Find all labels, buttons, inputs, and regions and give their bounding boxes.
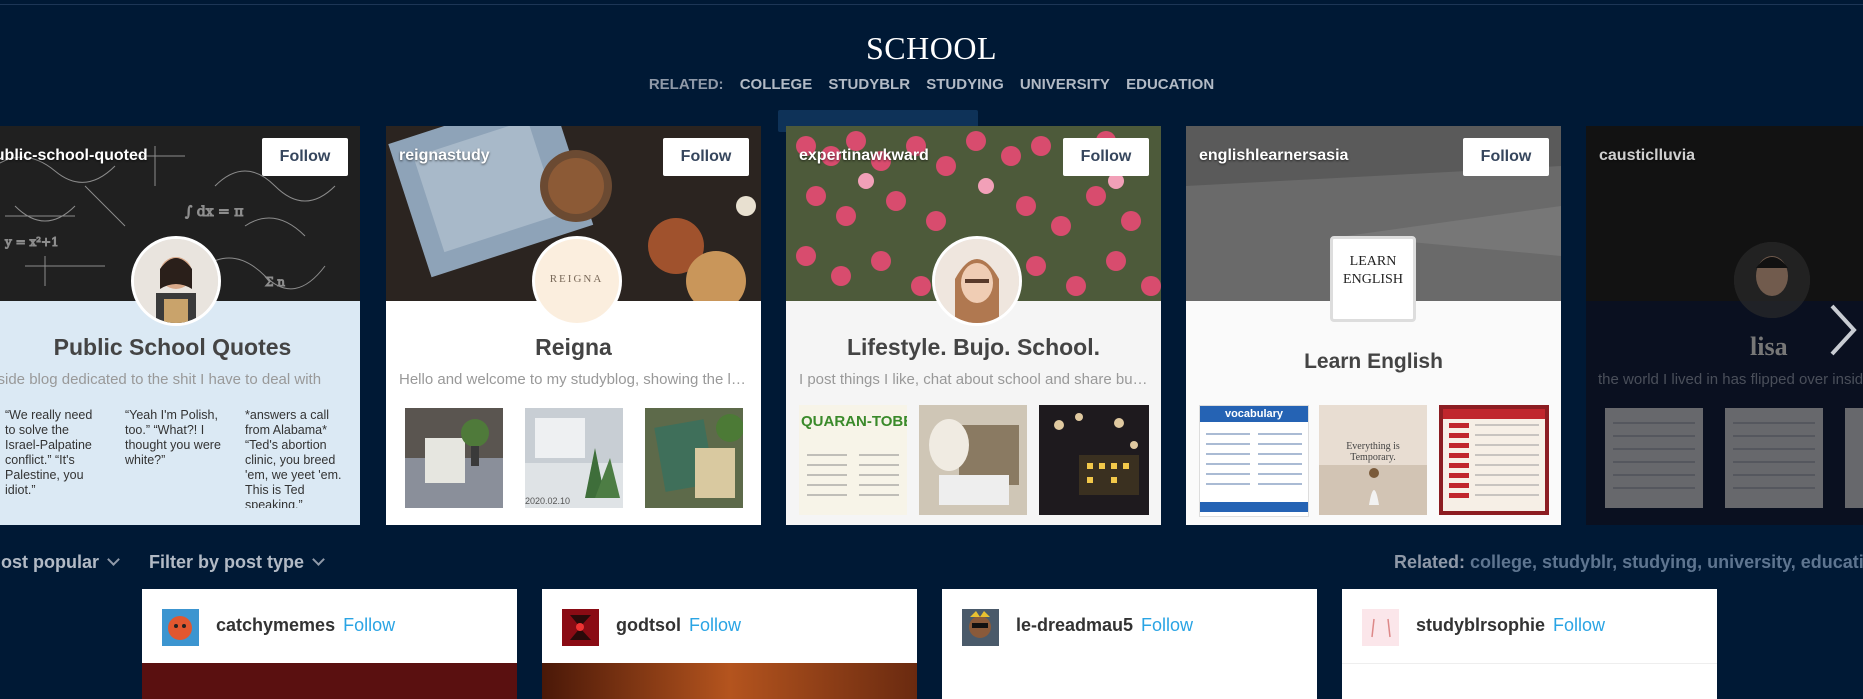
reigna-logo: REIGNA [549,273,604,285]
blog-card-expertinawkward[interactable]: expertinawkward Follow Lifestyle. Bujo. … [786,126,1161,525]
post-image[interactable] [142,663,517,699]
blog-card-causticlluvia[interactable]: causticlluvia lisa the world I lived in … [1586,126,1863,525]
chevron-down-icon [312,553,325,566]
post-thumb[interactable] [919,405,1027,515]
chevron-right-icon[interactable] [1826,300,1858,360]
thumb-caption: Everything is Temporary. [1346,441,1400,463]
related-label: Related: [1394,552,1466,572]
follow-link[interactable]: Follow [1553,615,1605,635]
blog-description: I post things I like, chat about school … [799,371,1148,388]
post-thumb[interactable] [1725,408,1823,508]
thumb-caption: 2020.02.10 [525,496,571,506]
post-thumb[interactable] [1039,405,1149,515]
avatar[interactable] [562,609,599,646]
blog-name[interactable]: englishlearnersasia [1199,147,1348,165]
post-author[interactable]: studyblrsophie [1416,615,1545,635]
blog-title: Lifestyle. Bujo. School. [846,334,1101,360]
post-thumb[interactable] [645,408,743,508]
page-title: SCHOOL [865,30,997,66]
post-thumb[interactable] [405,408,503,508]
follow-button[interactable]: Follow [1463,138,1549,176]
chevron-down-icon [107,553,120,566]
related-tag-university[interactable]: UNIVERSITY [1020,76,1110,93]
blog-name[interactable]: public-school-quoted [0,147,148,165]
blog-card-reignastudy[interactable]: reignastudy Follow REIGNA Reigna Hello a… [386,126,761,525]
post-thumb[interactable] [1605,408,1703,508]
blog-title: Reigna [535,334,612,360]
avatar [130,236,221,326]
learn-english-logo: LEARN ENGLISH [1330,236,1416,322]
post-thumb[interactable]: 2020.02.10 [525,408,623,508]
svg-text:∫ dx = π: ∫ dx = π [185,204,243,220]
blog-description: Hello and welcome to my studyblog, showi… [399,371,748,388]
blog-card-public-school-quoted[interactable]: ∫ dx = π y = x²+1 Σ n public-school-quot… [0,126,360,525]
related-tags-bottom: Related: college, studyblr, studying, un… [1394,552,1863,573]
follow-button[interactable]: Follow [663,138,749,176]
post-thumb[interactable] [1439,405,1549,515]
logo-line-2: ENGLISH [1343,272,1403,287]
follow-link[interactable]: Follow [343,615,395,635]
related-tag-list[interactable]: college, studyblr, studying, university,… [1470,552,1863,572]
post-author[interactable]: le-dreadmau5 [1016,615,1133,635]
blog-description: a side blog dedicated to the shit I have… [0,371,322,388]
follow-button[interactable]: Follow [262,138,348,176]
avatar[interactable] [162,609,199,646]
thumb-heading: vocabulary [1200,406,1308,422]
blog-title: lisa [1750,332,1788,361]
post-card[interactable]: godtsol Follow [542,589,917,699]
quote-2: “Yeah I'm Polish, too.” “What?! I though… [125,408,221,467]
blog-title: Public School Quotes [53,334,292,360]
divider [1342,663,1717,664]
blog-title: Learn English [1304,350,1443,373]
filter-post-type-dropdown[interactable]: Filter by post type [149,552,325,573]
post-card[interactable]: le-dreadmau5 Follow [942,589,1317,699]
post-author[interactable]: godtsol [616,615,681,635]
post-card[interactable]: catchymemes Follow [142,589,517,699]
related-tag-studying[interactable]: STUDYING [926,76,1004,93]
quote-3: *answers a call from Alabama* “Ted's abo… [245,408,342,508]
blog-name[interactable]: causticlluvia [1599,147,1695,165]
svg-text:Σ n: Σ n [265,275,285,289]
blog-name[interactable]: reignastudy [399,147,490,165]
related-tag-studyblr[interactable]: STUDYBLR [828,76,910,93]
avatar [1734,242,1810,318]
post-thumb[interactable]: Everything is Temporary. [1319,405,1427,515]
logo-line-1: LEARN [1349,254,1397,269]
filter-label: Filter by post type [149,552,305,572]
blog-description: the world I lived in has flipped over in… [1598,371,1863,388]
card-header-image: causticlluvia [1586,126,1863,301]
post-author[interactable]: catchymemes [216,615,335,635]
follow-button[interactable]: Follow [1063,138,1149,176]
sort-dropdown[interactable]: Most popular [0,552,120,573]
top-divider [0,4,1863,5]
avatar[interactable] [1362,609,1399,646]
related-tags-top: RELATED: COLLEGE STUDYBLR STUDYING UNIVE… [0,76,1863,93]
avatar: REIGNA [531,236,622,326]
blog-card-englishlearnersasia[interactable]: englishlearnersasia Follow LEARN ENGLISH… [1186,126,1561,525]
sort-label: Most popular [0,552,99,572]
post-thumb[interactable]: QUARAN-TOBER [799,405,907,515]
avatar[interactable] [962,609,999,646]
related-tag-education[interactable]: EDUCATION [1126,76,1214,93]
post-image[interactable] [542,663,917,699]
related-tag-college[interactable]: COLLEGE [740,76,813,93]
post-card[interactable]: studyblrsophie Follow [1342,589,1717,699]
quote-1: “We really need to solve the Israel-Palp… [5,408,93,497]
svg-text:y = x²+1: y = x²+1 [4,235,59,249]
related-label: RELATED: [648,76,724,93]
follow-link[interactable]: Follow [689,615,741,635]
avatar [931,236,1022,326]
post-thumb[interactable]: vocabulary [1199,405,1309,517]
blog-name[interactable]: expertinawkward [799,147,929,165]
post-thumb[interactable] [1845,408,1863,508]
follow-link[interactable]: Follow [1141,615,1193,635]
